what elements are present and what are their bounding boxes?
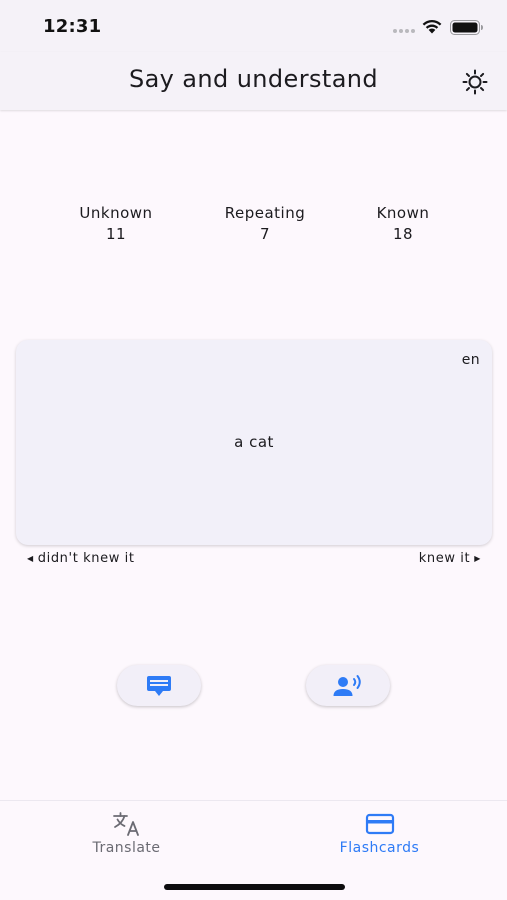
theme-toggle-button[interactable] <box>459 66 491 98</box>
stat-repeating: Repeating 7 <box>205 203 325 245</box>
flashcard[interactable]: en a cat <box>16 340 492 545</box>
stat-known-value: 18 <box>392 225 414 243</box>
page-title: Say and understand <box>128 65 379 93</box>
nav-translate[interactable]: Translate <box>0 801 253 871</box>
voice-button[interactable] <box>306 665 390 706</box>
nav-translate-label: Translate <box>92 840 161 856</box>
stat-known-label: Known <box>376 204 430 222</box>
status-time: 12:31 <box>43 16 102 37</box>
swipe-hint-didnt-know: ◀ didn't knew it <box>27 551 135 566</box>
nav-flashcards-label: Flashcards <box>339 840 420 856</box>
subtitles-icon <box>147 675 171 696</box>
nav-flashcards[interactable]: Flashcards <box>253 801 506 871</box>
brightness-icon <box>462 69 488 95</box>
wifi-icon <box>422 20 442 34</box>
record-voice-icon <box>333 674 361 696</box>
translate-icon <box>112 812 139 836</box>
stat-unknown: Unknown 11 <box>56 203 176 245</box>
home-indicator <box>164 884 345 890</box>
status-bar: 12:31 <box>0 0 507 52</box>
stat-unknown-label: Unknown <box>79 204 153 222</box>
stats-row: Unknown 11 Repeating 7 Known 18 <box>0 203 507 249</box>
subtitles-button[interactable] <box>117 665 201 706</box>
swipe-right-label: knew it <box>418 551 471 566</box>
battery-icon <box>450 20 483 35</box>
swipe-left-label: didn't knew it <box>37 551 135 566</box>
swipe-hint-knew: knew it ▶ <box>419 551 481 566</box>
card-icon <box>365 813 394 835</box>
card-language: en <box>461 352 480 368</box>
stat-known: Known 18 <box>343 203 463 245</box>
card-word: a cat <box>234 433 274 451</box>
stat-repeating-label: Repeating <box>224 204 306 222</box>
arrow-right-icon: ▶ <box>474 554 481 563</box>
arrow-left-icon: ◀ <box>27 554 34 563</box>
stat-repeating-value: 7 <box>259 225 271 243</box>
cellular-dots-icon <box>393 29 415 33</box>
app-bar: Say and understand <box>0 52 507 110</box>
stat-unknown-value: 11 <box>105 225 127 243</box>
screen: 12:31 Say and understand Unknown 11 Repe… <box>0 0 507 900</box>
